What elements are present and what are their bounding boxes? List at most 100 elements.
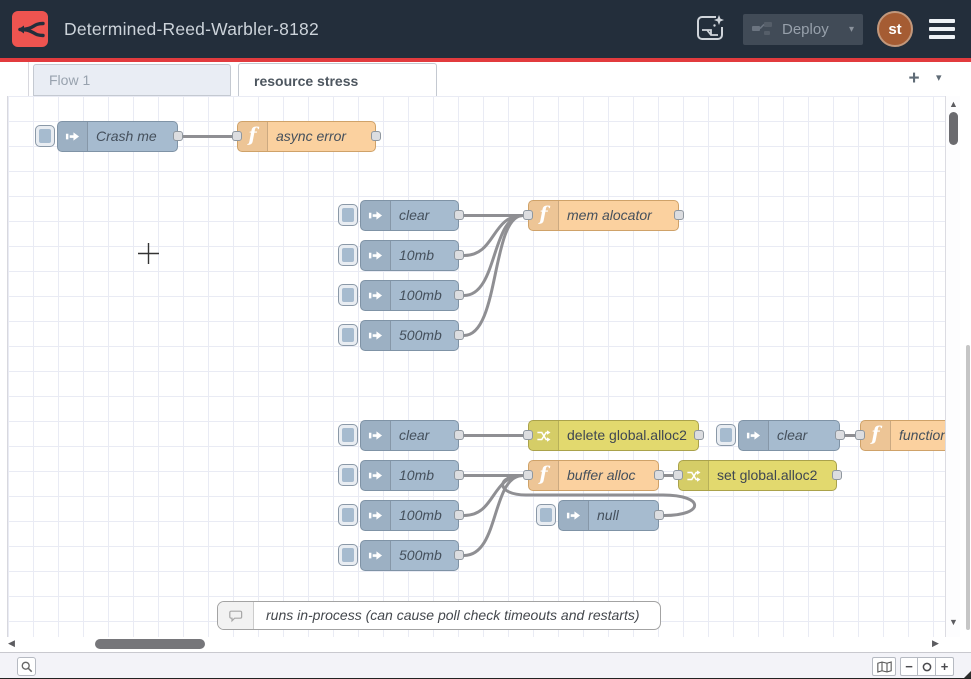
node-inject-10mb-alloc[interactable]: 10mb — [360, 460, 459, 491]
node-label: 500mb — [399, 321, 450, 350]
output-port[interactable] — [454, 290, 464, 300]
assistant-icon[interactable] — [691, 11, 729, 47]
node-inject-10mb-mem[interactable]: 10mb — [360, 240, 459, 271]
inject-trigger-button[interactable] — [35, 125, 55, 147]
vertical-scroll-thumb[interactable] — [949, 112, 958, 145]
inject-trigger-button[interactable] — [338, 464, 358, 486]
output-port[interactable] — [454, 210, 464, 220]
node-inject-null[interactable]: null — [558, 500, 659, 531]
function-icon: f — [861, 421, 891, 450]
node-inject-100mb-alloc[interactable]: 100mb — [360, 500, 459, 531]
deploy-button[interactable]: Deploy ▾ — [743, 14, 863, 45]
zoom-out-button[interactable]: − — [900, 657, 918, 676]
add-flow-button[interactable]: + — [903, 68, 925, 90]
input-port[interactable] — [855, 430, 865, 440]
deploy-options-chevron-icon[interactable]: ▾ — [849, 24, 854, 35]
output-port[interactable] — [454, 330, 464, 340]
node-function-async-error[interactable]: f async error — [237, 121, 376, 152]
output-port[interactable] — [654, 510, 664, 520]
inject-icon — [361, 321, 391, 350]
inject-trigger-button[interactable] — [338, 204, 358, 226]
deploy-label: Deploy — [782, 21, 829, 38]
node-inject-500mb-alloc[interactable]: 500mb — [360, 540, 459, 571]
node-label: buffer alloc — [567, 461, 650, 490]
node-inject-clear-alloc[interactable]: clear — [360, 420, 459, 451]
output-port[interactable] — [454, 430, 464, 440]
output-port[interactable] — [454, 510, 464, 520]
output-port[interactable] — [835, 430, 845, 440]
flow-canvas[interactable]: Crash me f async error clear 10mb — [8, 96, 945, 637]
output-port[interactable] — [694, 430, 704, 440]
node-label: clear — [399, 421, 450, 450]
inject-trigger-button[interactable] — [536, 504, 556, 526]
tab-resource-stress[interactable]: resource stress — [238, 63, 437, 97]
input-port[interactable] — [523, 470, 533, 480]
canvas-left-gutter — [0, 96, 8, 652]
search-button[interactable] — [17, 657, 36, 676]
scroll-right-icon[interactable]: ▶ — [932, 638, 939, 649]
inject-trigger-button[interactable] — [338, 544, 358, 566]
output-port[interactable] — [654, 470, 664, 480]
output-port[interactable] — [454, 550, 464, 560]
input-port[interactable] — [523, 430, 533, 440]
scroll-up-icon[interactable]: ▲ — [946, 99, 961, 109]
node-change-set-global-alloc2[interactable]: set global.alloc2 — [678, 460, 837, 491]
wire-100mb-bufferalloc — [464, 476, 523, 516]
node-inject-clear-function[interactable]: clear — [738, 420, 840, 451]
function-icon: f — [238, 122, 268, 151]
browser-scrollbar-thumb[interactable] — [966, 345, 970, 630]
output-port[interactable] — [454, 250, 464, 260]
main-menu-icon[interactable] — [927, 15, 957, 43]
node-function-buffer-alloc[interactable]: f buffer alloc — [528, 460, 659, 491]
node-label: 100mb — [399, 501, 450, 530]
node-inject-clear-mem[interactable]: clear — [360, 200, 459, 231]
user-avatar[interactable]: st — [877, 11, 913, 47]
inject-trigger-button[interactable] — [338, 504, 358, 526]
scroll-down-icon[interactable]: ▼ — [946, 617, 961, 627]
inject-icon — [361, 461, 391, 490]
node-inject-crash-me[interactable]: Crash me — [57, 121, 178, 152]
flowfuse-logo-icon — [12, 11, 48, 47]
inject-trigger-button[interactable] — [716, 424, 736, 446]
inject-trigger-button[interactable] — [338, 284, 358, 306]
node-inject-500mb-mem[interactable]: 500mb — [360, 320, 459, 351]
node-function-mem-alocator[interactable]: f mem alocator — [528, 200, 679, 231]
input-port[interactable] — [523, 210, 533, 220]
node-function-function[interactable]: f function — [860, 420, 945, 451]
output-port[interactable] — [173, 131, 183, 141]
inject-icon — [361, 541, 391, 570]
inject-trigger-button[interactable] — [338, 424, 358, 446]
output-port[interactable] — [832, 470, 842, 480]
zoom-controls: − + — [900, 657, 954, 676]
inject-trigger-button[interactable] — [338, 244, 358, 266]
footer-toolbar: − + — [0, 652, 971, 679]
minimap-button[interactable] — [872, 657, 896, 676]
tab-flow-1-label: Flow 1 — [49, 72, 90, 88]
node-comment-runs-in-process[interactable]: runs in-process (can cause poll check ti… — [217, 601, 661, 630]
inject-icon — [559, 501, 589, 530]
horizontal-scrollbar[interactable]: ◀ ▶ — [0, 637, 960, 652]
node-label: Crash me — [96, 122, 169, 151]
output-port[interactable] — [371, 131, 381, 141]
node-change-delete-global-alloc2[interactable]: delete global.alloc2 — [528, 420, 699, 451]
tab-resource-stress-label: resource stress — [254, 73, 358, 89]
zoom-in-button[interactable]: + — [936, 657, 954, 676]
node-inject-100mb-mem[interactable]: 100mb — [360, 280, 459, 311]
inject-icon — [361, 501, 391, 530]
output-port[interactable] — [674, 210, 684, 220]
instance-title: Determined-Reed-Warbler-8182 — [64, 19, 319, 40]
zoom-reset-button[interactable] — [918, 657, 936, 676]
inject-trigger-button[interactable] — [338, 324, 358, 346]
minus-icon: − — [905, 659, 913, 674]
input-port[interactable] — [232, 131, 242, 141]
flow-list-chevron-icon[interactable]: ▾ — [936, 71, 942, 84]
output-port[interactable] — [454, 470, 464, 480]
inject-icon — [361, 201, 391, 230]
horizontal-scroll-thumb[interactable] — [95, 639, 205, 649]
tab-flow-1[interactable]: Flow 1 — [33, 64, 231, 96]
input-port[interactable] — [673, 470, 683, 480]
window-resize-grip[interactable] — [963, 671, 971, 679]
scroll-left-icon[interactable]: ◀ — [8, 638, 15, 649]
change-icon — [529, 421, 559, 450]
vertical-scrollbar[interactable]: ▲ ▼ — [945, 96, 960, 637]
